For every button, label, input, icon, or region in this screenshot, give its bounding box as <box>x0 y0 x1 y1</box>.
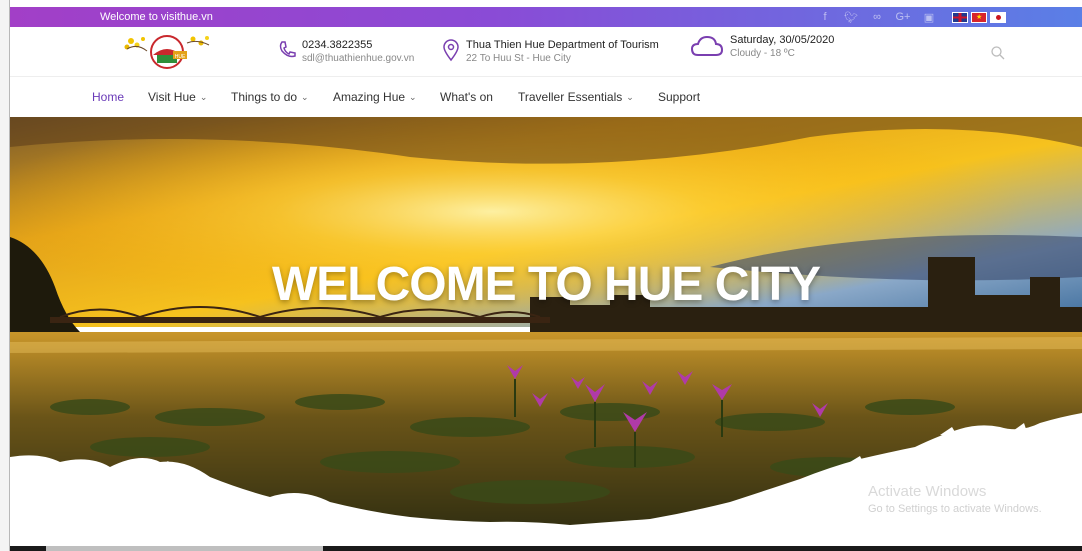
site-header: HUE 0234.3822355 sdl@thuathienhue.gov.vn… <box>10 27 1082 77</box>
address-text: 22 To Huu St - Hue City <box>466 53 571 64</box>
search-icon[interactable] <box>990 45 1006 61</box>
english-flag-icon[interactable] <box>952 11 968 23</box>
site-logo[interactable]: HUE <box>121 33 213 71</box>
watermark-line-1: Activate Windows <box>868 483 987 500</box>
nav-item-support[interactable]: Support <box>658 90 700 104</box>
japan-flag-icon[interactable] <box>990 11 1006 23</box>
chevron-down-icon: ⌄ <box>409 91 417 102</box>
top-bar: Welcome to visithue.vn f 🐦︎ ∞ G+ ▣ <box>10 7 1082 27</box>
bottom-scroll-thumb[interactable] <box>46 546 323 551</box>
main-navigation: Home Visit Hue ⌄ Things to do ⌄ Amazing Hu… <box>10 77 1082 117</box>
google-plus-icon[interactable]: G+ <box>894 9 912 25</box>
svg-text:HUE: HUE <box>175 54 186 60</box>
hero-banner: WELCOME TO HUE CITY Activate Windows Go … <box>10 117 1082 546</box>
chevron-down-icon: ⌄ <box>199 91 208 102</box>
email-address[interactable]: sdl@thuathienhue.gov.vn <box>302 52 414 66</box>
organization-name: Thua Thien Hue Department of Tourism <box>466 39 659 51</box>
contact-phone: 0234.3822355 sdl@thuathienhue.gov.vn <box>276 38 414 66</box>
weather-text: Cloudy - 18 ºC <box>730 48 795 59</box>
nav-item-home[interactable]: Home <box>92 90 124 104</box>
chevron-down-icon: ⌄ <box>301 91 309 102</box>
bottom-strip <box>10 546 1082 551</box>
location-pin-icon <box>443 39 459 62</box>
cloud-icon <box>690 35 724 56</box>
phone-icon <box>279 41 296 58</box>
hero-title: WELCOME TO HUE CITY <box>271 258 821 311</box>
language-switcher <box>952 11 1006 23</box>
facebook-icon[interactable]: f <box>816 9 834 25</box>
watermark-line-2: Go to Settings to activate Windows. <box>868 503 1042 515</box>
twitter-icon[interactable]: 🐦︎ <box>842 9 860 25</box>
hero-image <box>10 117 1082 546</box>
nav-item-things-to-do[interactable]: Things to do ⌄ <box>231 90 309 104</box>
nav-item-amazing-hue[interactable]: Amazing Hue ⌄ <box>333 90 417 104</box>
windows-activation-watermark: Activate Windows Go to Settings to activ… <box>868 483 1042 515</box>
youtube-icon[interactable]: ▣ <box>920 9 938 25</box>
vietnam-flag-icon[interactable] <box>971 11 987 23</box>
nav-item-traveller-essentials[interactable]: Traveller Essentials ⌄ <box>518 90 634 104</box>
welcome-text: Welcome to visithue.vn <box>100 11 213 23</box>
contact-address: Thua Thien Hue Department of Tourism 22 … <box>440 38 659 66</box>
phone-number[interactable]: 0234.3822355 <box>302 38 414 52</box>
nav-item-visit-hue[interactable]: Visit Hue ⌄ <box>148 90 207 104</box>
chevron-down-icon: ⌄ <box>626 91 634 102</box>
social-links: f 🐦︎ ∞ G+ ▣ <box>816 9 938 25</box>
date-text: Saturday, 30/05/2020 <box>730 34 835 46</box>
window-left-edge <box>0 0 10 551</box>
tripadvisor-icon[interactable]: ∞ <box>868 9 886 25</box>
nav-item-whats-on[interactable]: What's on <box>440 90 493 104</box>
weather-widget: Saturday, 30/05/2020 Cloudy - 18 ºC <box>690 33 834 61</box>
